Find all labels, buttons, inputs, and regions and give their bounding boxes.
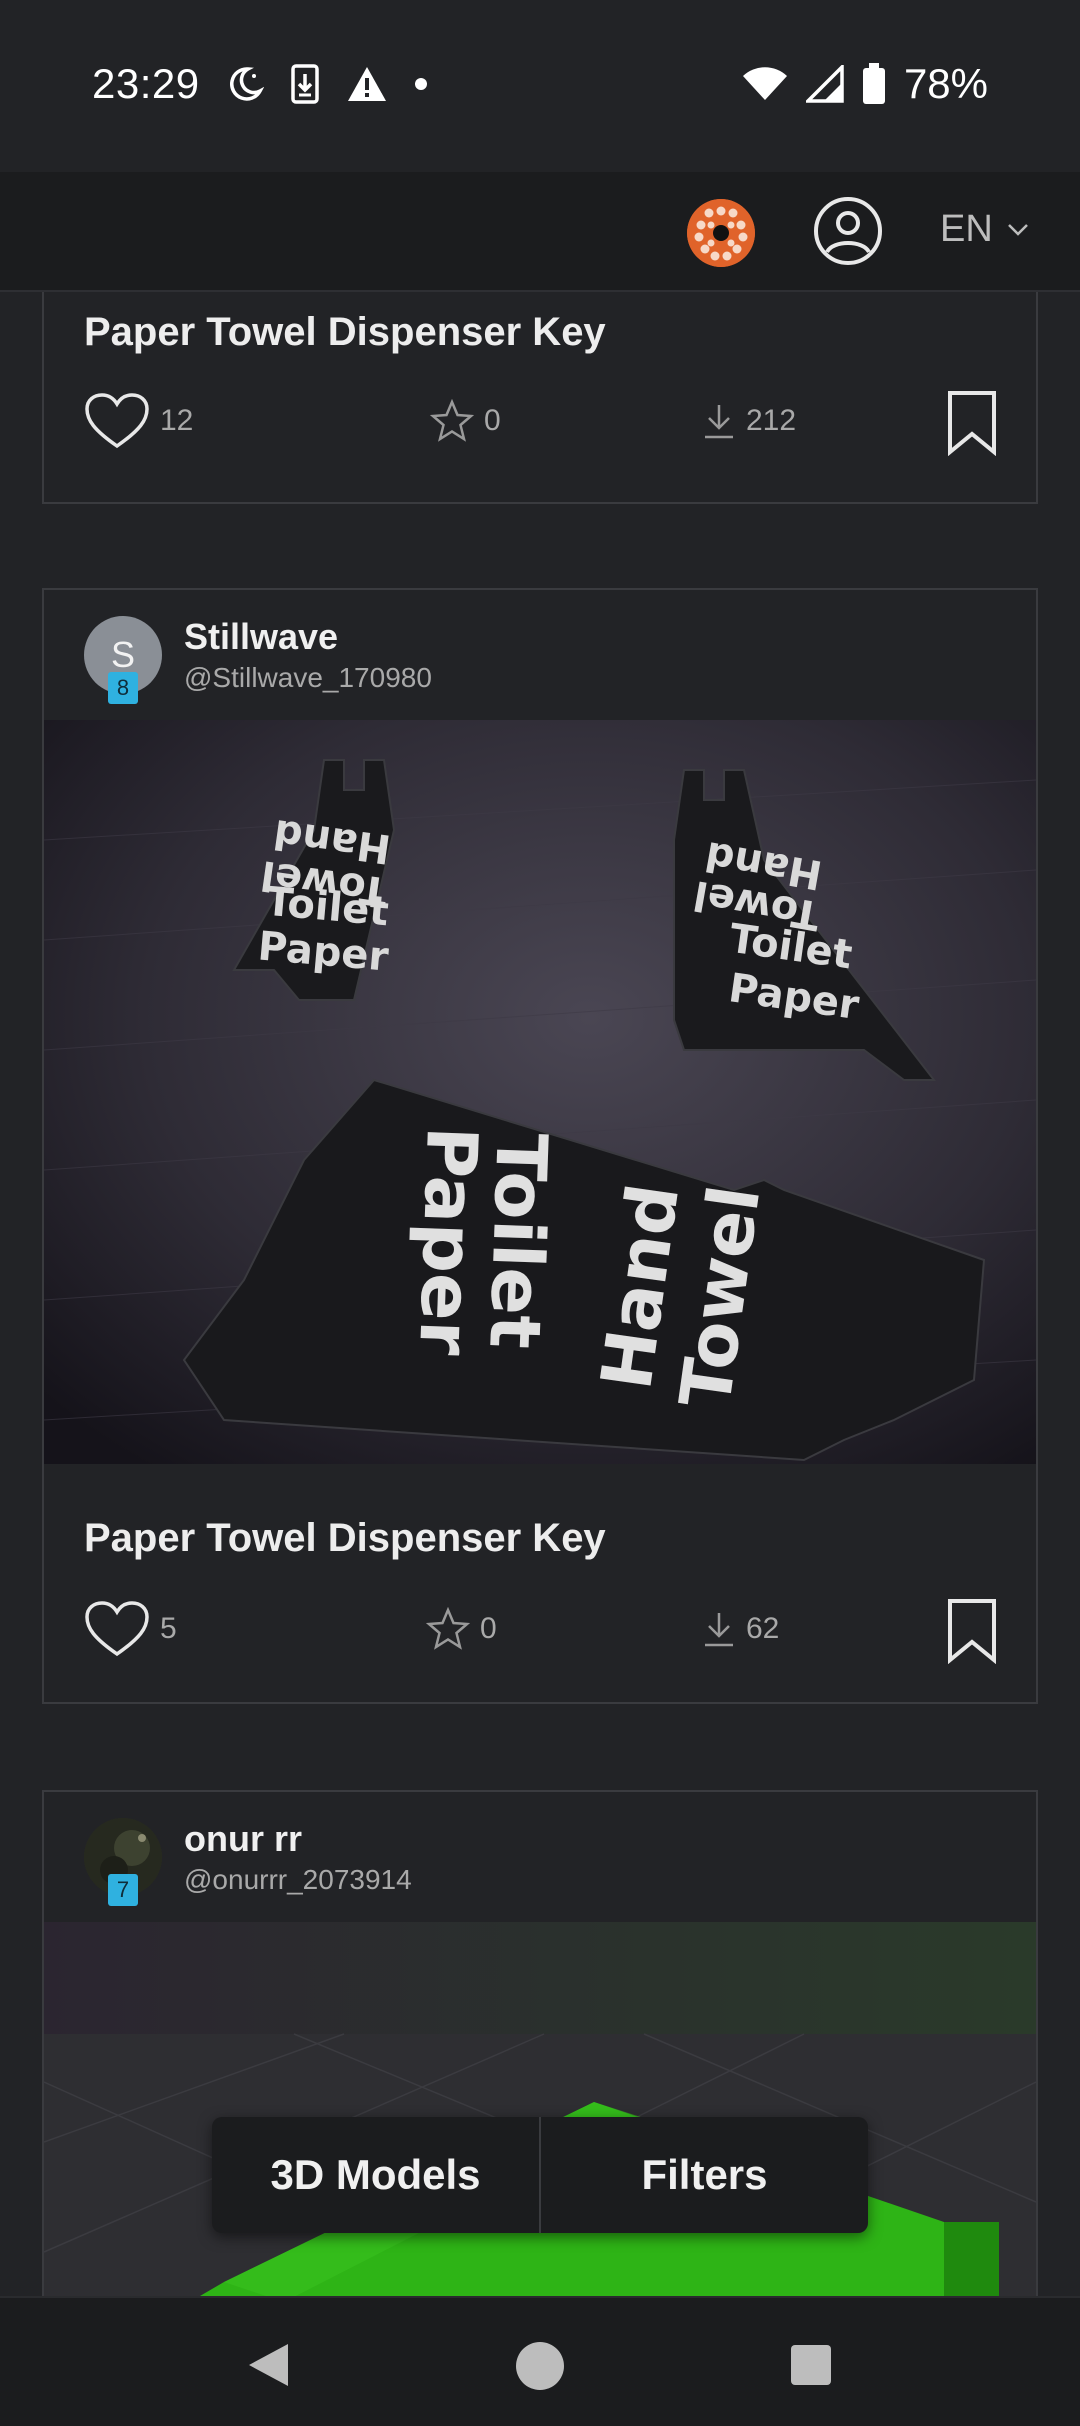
download-count: 62 [746, 1612, 780, 1645]
star-icon [430, 399, 474, 442]
night-mode-icon [230, 67, 264, 101]
download-arrow-icon [705, 405, 733, 439]
author-info[interactable]: S 8 Stillwave @Stillwave_170980 [84, 616, 684, 706]
author-name[interactable]: Stillwave [184, 616, 338, 658]
account-icon[interactable] [813, 196, 883, 266]
heart-icon [85, 1601, 149, 1657]
battery-icon [862, 63, 885, 104]
dot-icon [415, 78, 427, 90]
recents-icon[interactable] [790, 2344, 832, 2386]
status-icons-right: 78% [742, 60, 988, 108]
heart-icon [85, 393, 149, 449]
author-name[interactable]: onur rr [184, 1818, 302, 1860]
like-button[interactable]: 5 [84, 1594, 177, 1664]
status-bar: 23:29 78% [0, 0, 1080, 172]
bottom-tabs: 3D Models Filters [212, 2117, 868, 2233]
star-count: 0 [484, 404, 501, 437]
model-card[interactable]: Paper Towel Dispenser Key 12 0 212 [42, 292, 1038, 504]
model-title[interactable]: Paper Towel Dispenser Key [84, 1516, 606, 1561]
like-count: 12 [160, 404, 194, 437]
language-selector[interactable]: EN [940, 208, 1029, 251]
author-info[interactable]: 7 onur rr @onurrr_2073914 [84, 1818, 684, 1908]
warning-icon [348, 67, 386, 101]
bookmark-icon[interactable] [946, 1598, 998, 1664]
chevron-down-icon [1007, 223, 1028, 236]
level-badge: 7 [108, 1874, 138, 1906]
status-icons-left [226, 64, 428, 104]
model-card[interactable]: S 8 Stillwave @Stillwave_170980 Hand Tow… [42, 588, 1038, 1704]
star-icon [426, 1607, 470, 1650]
model-preview[interactable] [44, 1922, 1036, 2296]
language-label: EN [940, 208, 993, 250]
model-stats: 12 0 212 [84, 386, 998, 456]
tab-filters[interactable]: Filters [539, 2117, 868, 2233]
star-count: 0 [480, 1612, 497, 1645]
signal-icon [805, 65, 844, 103]
wifi-icon [742, 67, 787, 100]
download-count: 212 [746, 404, 797, 437]
download-icon [291, 64, 319, 104]
app-header: EN [0, 172, 1080, 292]
front-key-line: Paper [403, 1125, 493, 1357]
tab-3d-models[interactable]: 3D Models [212, 2117, 539, 2233]
home-icon[interactable] [514, 2340, 566, 2392]
back-icon[interactable] [246, 2342, 290, 2388]
like-button[interactable]: 12 [84, 386, 193, 456]
logo-icon[interactable] [687, 199, 755, 267]
model-stats: 5 0 62 [84, 1594, 998, 1664]
star-button[interactable]: 0 [426, 1594, 497, 1664]
model-feed[interactable]: Paper Towel Dispenser Key 12 0 212 S 8 S… [0, 292, 1080, 2296]
bookmark-icon[interactable] [946, 390, 998, 456]
download-stat: 212 [702, 386, 796, 456]
battery-percent: 78% [903, 60, 988, 107]
author-handle: @onurrr_2073914 [184, 1864, 412, 1895]
model-photo[interactable]: Hand Towel Toilet Paper Hand Towel Toile… [44, 720, 1036, 1464]
system-nav-bar [0, 2296, 1080, 2426]
download-stat: 62 [702, 1594, 779, 1664]
level-badge: 8 [108, 672, 138, 704]
download-arrow-icon [705, 1613, 733, 1647]
status-time: 23:29 [92, 60, 200, 107]
like-count: 5 [160, 1612, 177, 1645]
author-handle: @Stillwave_170980 [184, 662, 432, 693]
star-button[interactable]: 0 [430, 386, 501, 456]
model-title[interactable]: Paper Towel Dispenser Key [84, 310, 606, 355]
